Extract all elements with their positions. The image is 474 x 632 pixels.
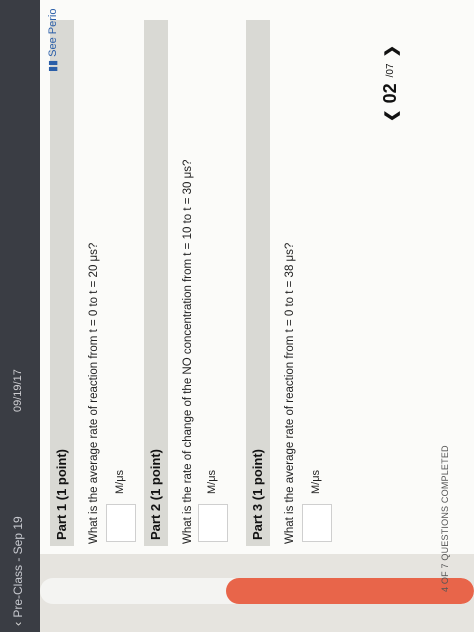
question-panel: Part 1 (1 point) What is the average rat…: [40, 0, 474, 554]
progress-bar: [40, 578, 474, 604]
page-total: /07: [385, 63, 396, 78]
part-1-header: Part 1 (1 point): [50, 20, 74, 546]
part-2-header: Part 2 (1 point): [144, 20, 168, 546]
see-periodic-label: See Perio: [47, 8, 59, 57]
progress-fill: [226, 578, 474, 604]
question-pager: ❮ 02/07 ❯: [380, 45, 401, 122]
top-bar: ‹ Pre-Class - Sep 19 09/19/17: [0, 0, 40, 632]
progress-label: 4 OF 7 QUESTIONS COMPLETED: [440, 445, 450, 592]
part-3-answer-input[interactable]: [302, 504, 332, 542]
part-1-question: What is the average rate of reaction fro…: [88, 242, 100, 544]
next-arrow-icon[interactable]: ❯: [382, 45, 400, 58]
part-3-title: Part 3 (1 point): [250, 448, 265, 540]
page-current: 02: [380, 83, 400, 104]
chevron-left-icon: ‹: [10, 621, 25, 626]
part-1-answer-input[interactable]: [106, 504, 136, 542]
bar-chart-icon: ▮▮: [47, 59, 59, 72]
part-3-header: Part 3 (1 point): [246, 20, 270, 546]
back-button[interactable]: ‹ Pre-Class - Sep 19: [10, 516, 25, 626]
part-2-unit: M/μs: [206, 469, 218, 494]
previous-arrow-icon[interactable]: ❮: [382, 109, 400, 122]
part-2-answer-input[interactable]: [198, 504, 228, 542]
part-2-question: What is the rate of change of the NO con…: [182, 159, 194, 544]
part-1-title: Part 1 (1 point): [54, 448, 69, 540]
see-periodic-table-link[interactable]: ▮▮ See Perio: [46, 9, 59, 72]
left-panel: [40, 554, 474, 632]
part-3-question: What is the average rate of reaction fro…: [284, 242, 296, 544]
part-1-unit: M/μs: [114, 469, 126, 494]
back-label: Pre-Class - Sep 19: [10, 516, 25, 618]
timestamp: 09/19/17: [12, 369, 24, 412]
part-2-title: Part 2 (1 point): [148, 448, 163, 540]
screen: ‹ Pre-Class - Sep 19 09/19/17 Part 1 (1 …: [0, 0, 474, 632]
part-3-unit: M/μs: [310, 469, 322, 494]
